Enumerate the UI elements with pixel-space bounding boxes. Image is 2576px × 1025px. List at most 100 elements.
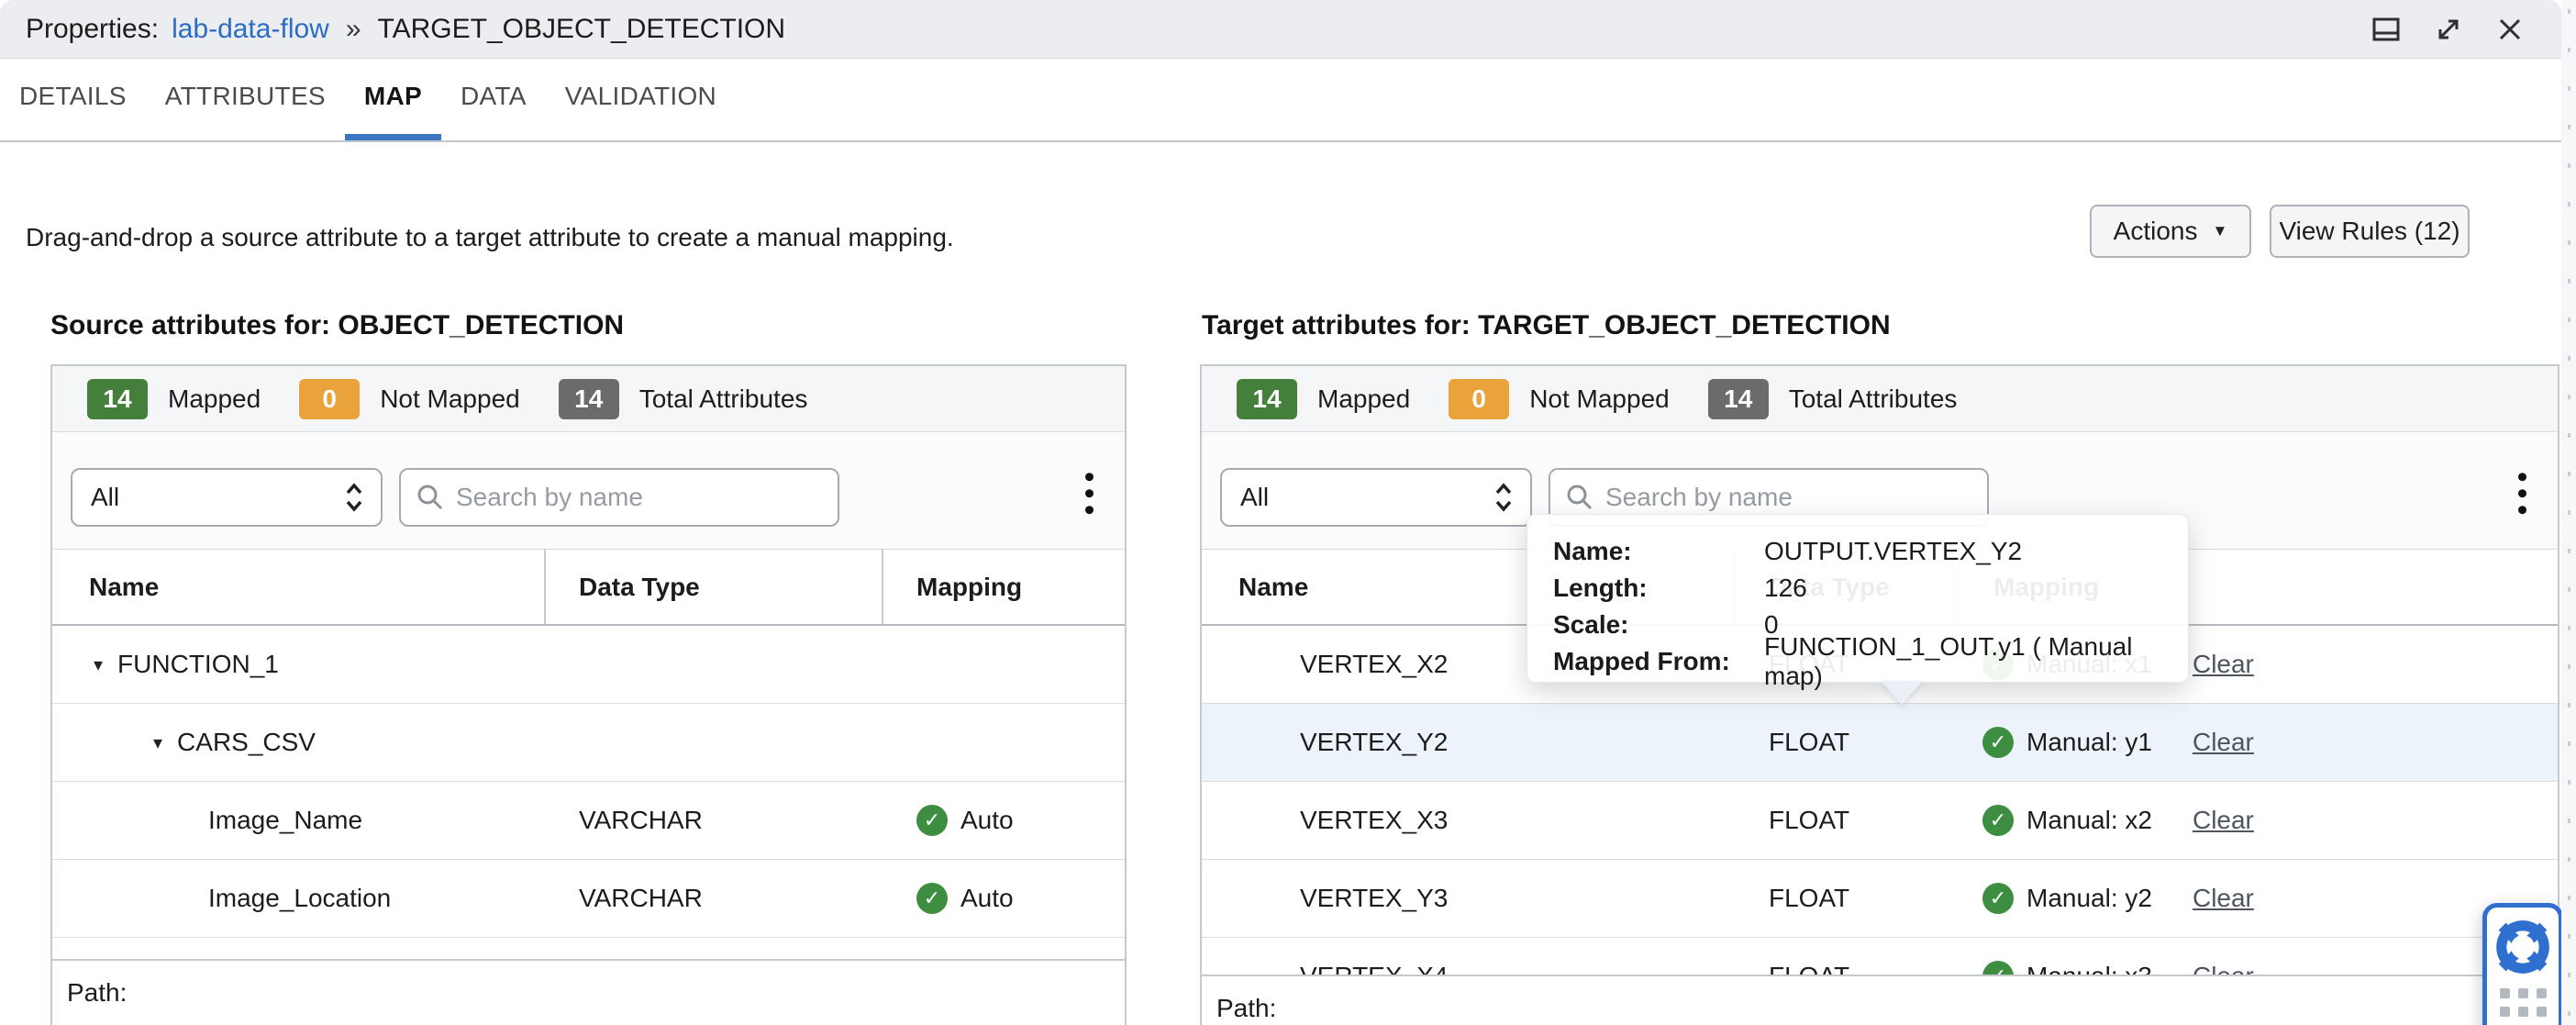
tooltip-length-value: 126	[1764, 574, 1807, 602]
table-row[interactable]: VERTEX_Y3 FLOAT ✓ Manual: y2 Clear	[1202, 860, 2558, 938]
actions-button[interactable]: Actions ▼	[2090, 205, 2251, 258]
mapped-label: Mapped	[1317, 384, 1411, 413]
clear-mapping-link[interactable]: Clear	[2193, 650, 2254, 679]
tooltip-mapped-from-value: FUNCTION_1_OUT.y1 ( Manual map)	[1764, 632, 2133, 690]
source-filter-select[interactable]: All	[71, 467, 383, 527]
tab-details[interactable]: DETAILS	[0, 59, 146, 140]
mapping-type: Manual: y1	[2026, 728, 2152, 756]
attribute-name: VERTEX_X3	[1300, 806, 1449, 834]
tab-bar: DETAILS ATTRIBUTES MAP DATA VALIDATION	[0, 59, 2561, 142]
mapped-check-icon: ✓	[916, 883, 948, 914]
clear-mapping-link[interactable]: Clear	[2193, 962, 2254, 975]
path-label: Path:	[1216, 994, 1277, 1022]
source-stats-row: 14 Mapped 0 Not Mapped 14 Total Attribut…	[52, 366, 1125, 432]
close-icon[interactable]	[2495, 15, 2525, 44]
tab-map[interactable]: MAP	[344, 59, 442, 140]
tab-attributes[interactable]: ATTRIBUTES	[146, 59, 345, 140]
table-row	[52, 938, 1125, 959]
collapse-caret-icon[interactable]: ▾	[94, 653, 103, 676]
tab-validation[interactable]: VALIDATION	[546, 59, 736, 140]
select-chevrons-icon	[346, 482, 362, 512]
source-kebab-menu-icon[interactable]	[1084, 472, 1094, 514]
properties-window-stage: Properties: lab-data-flow » TARGET_OBJEC…	[0, 0, 2576, 1025]
table-row[interactable]: VERTEX_X3 FLOAT ✓ Manual: x2 Clear	[1202, 782, 2558, 860]
attribute-name: VERTEX_X2	[1300, 650, 1449, 678]
properties-panel: Properties: lab-data-flow » TARGET_OBJEC…	[0, 0, 2561, 1025]
table-row[interactable]: Image_Location VARCHAR ✓ Auto	[52, 860, 1125, 938]
not-mapped-count-badge: 0	[1449, 378, 1510, 419]
clear-mapping-link[interactable]: Clear	[2193, 806, 2254, 835]
total-label: Total Attributes	[1788, 384, 1958, 413]
target-search-placeholder: Search by name	[1605, 482, 1793, 511]
collapse-caret-icon[interactable]: ▾	[153, 731, 162, 754]
attribute-datatype: FLOAT	[1769, 962, 1850, 976]
mapping-type: Auto	[960, 884, 1014, 912]
mapping-type: Auto	[960, 806, 1014, 834]
clear-mapping-link[interactable]: Clear	[2193, 728, 2254, 757]
mapping-type: Manual: x2	[2026, 806, 2152, 834]
mapped-check-icon: ✓	[916, 805, 948, 836]
path-label: Path:	[67, 978, 128, 1007]
not-mapped-count-badge: 0	[299, 378, 361, 419]
table-row[interactable]: ▾ FUNCTION_1	[52, 626, 1125, 704]
target-kebab-menu-icon[interactable]	[2517, 472, 2526, 514]
source-table-header: Name Data Type Mapping	[52, 550, 1125, 626]
source-panel-heading: Source attributes for: OBJECT_DETECTION	[50, 310, 625, 340]
attribute-datatype: VARCHAR	[579, 884, 703, 912]
mapped-check-icon: ✓	[1982, 883, 2014, 914]
tooltip-name-value: OUTPUT.VERTEX_Y2	[1764, 537, 2023, 565]
titlebar: Properties: lab-data-flow » TARGET_OBJEC…	[0, 0, 2561, 59]
mapped-stat: 14 Mapped	[1237, 378, 1411, 419]
breadcrumb: Properties: lab-data-flow » TARGET_OBJEC…	[26, 14, 785, 45]
clear-mapping-link[interactable]: Clear	[2193, 884, 2254, 913]
mapped-stat: 14 Mapped	[87, 378, 261, 419]
mapping-instruction: Drag-and-drop a source attribute to a ta…	[26, 223, 954, 251]
source-search-placeholder: Search by name	[456, 482, 643, 511]
target-path-row: Path:	[1202, 976, 2558, 1025]
tooltip-scale-label: Scale:	[1553, 610, 1629, 639]
mapped-label: Mapped	[168, 384, 261, 413]
target-filter-value: All	[1240, 482, 1270, 511]
source-table-body: ▾ FUNCTION_1 ▾ CARS_CSV Image_Name VARCH…	[52, 626, 1125, 961]
table-row[interactable]: VERTEX_X4 FLOAT ✓ Manual: x3 Clear	[1202, 938, 2558, 976]
expand-icon[interactable]	[2433, 14, 2464, 45]
tooltip-arrow	[1881, 681, 1923, 705]
chevron-down-icon: ▼	[2212, 222, 2228, 240]
target-filter-select[interactable]: All	[1220, 467, 1532, 527]
tooltip-mapped-from-label: Mapped From:	[1553, 647, 1730, 675]
help-widget[interactable]	[2482, 903, 2561, 1025]
lifebuoy-icon[interactable]	[2494, 919, 2551, 975]
total-stat: 14 Total Attributes	[558, 378, 808, 419]
group-name: FUNCTION_1	[117, 650, 279, 678]
attribute-tooltip: Name: OUTPUT.VERTEX_Y2 Length: 126 Scale…	[1527, 514, 2189, 690]
source-col-datatype: Data Type	[546, 550, 883, 624]
search-icon	[1567, 485, 1593, 509]
attribute-name: VERTEX_Y2	[1300, 728, 1449, 756]
select-chevrons-icon	[1495, 482, 1512, 512]
mapped-check-icon: ✓	[1982, 961, 2014, 975]
properties-label: Properties:	[26, 13, 160, 44]
mapped-check-icon: ✓	[1982, 805, 2014, 836]
mapping-type: Manual: x3	[2026, 962, 2152, 976]
target-panel-heading: Target attributes for: TARGET_OBJECT_DET…	[1202, 310, 1891, 340]
attribute-name: Image_Name	[208, 806, 363, 834]
table-row[interactable]: ▾ CARS_CSV	[52, 704, 1125, 782]
source-filter-value: All	[91, 482, 120, 511]
tab-data[interactable]: DATA	[441, 59, 546, 140]
view-rules-button[interactable]: View Rules (12)	[2270, 205, 2470, 258]
dock-window-icon[interactable]	[2371, 14, 2402, 45]
table-row[interactable]: Image_Name VARCHAR ✓ Auto	[52, 782, 1125, 860]
total-count-badge: 14	[558, 378, 619, 419]
breadcrumb-link-lab-data-flow[interactable]: lab-data-flow	[172, 14, 329, 45]
source-search-input[interactable]: Search by name	[399, 467, 839, 527]
mapped-count-badge: 14	[87, 378, 148, 419]
drag-handle[interactable]	[2499, 988, 2547, 1017]
attribute-datatype: VARCHAR	[579, 806, 703, 834]
source-col-name: Name	[52, 550, 546, 624]
target-stats-row: 14 Mapped 0 Not Mapped 14 Total Attribut…	[1202, 366, 2558, 432]
total-label: Total Attributes	[638, 384, 808, 413]
window-controls	[2371, 14, 2525, 45]
resize-gutter[interactable]	[2561, 0, 2576, 1025]
total-count-badge: 14	[1707, 378, 1769, 419]
table-row[interactable]: VERTEX_Y2 FLOAT ✓ Manual: y1 Clear	[1202, 704, 2558, 782]
